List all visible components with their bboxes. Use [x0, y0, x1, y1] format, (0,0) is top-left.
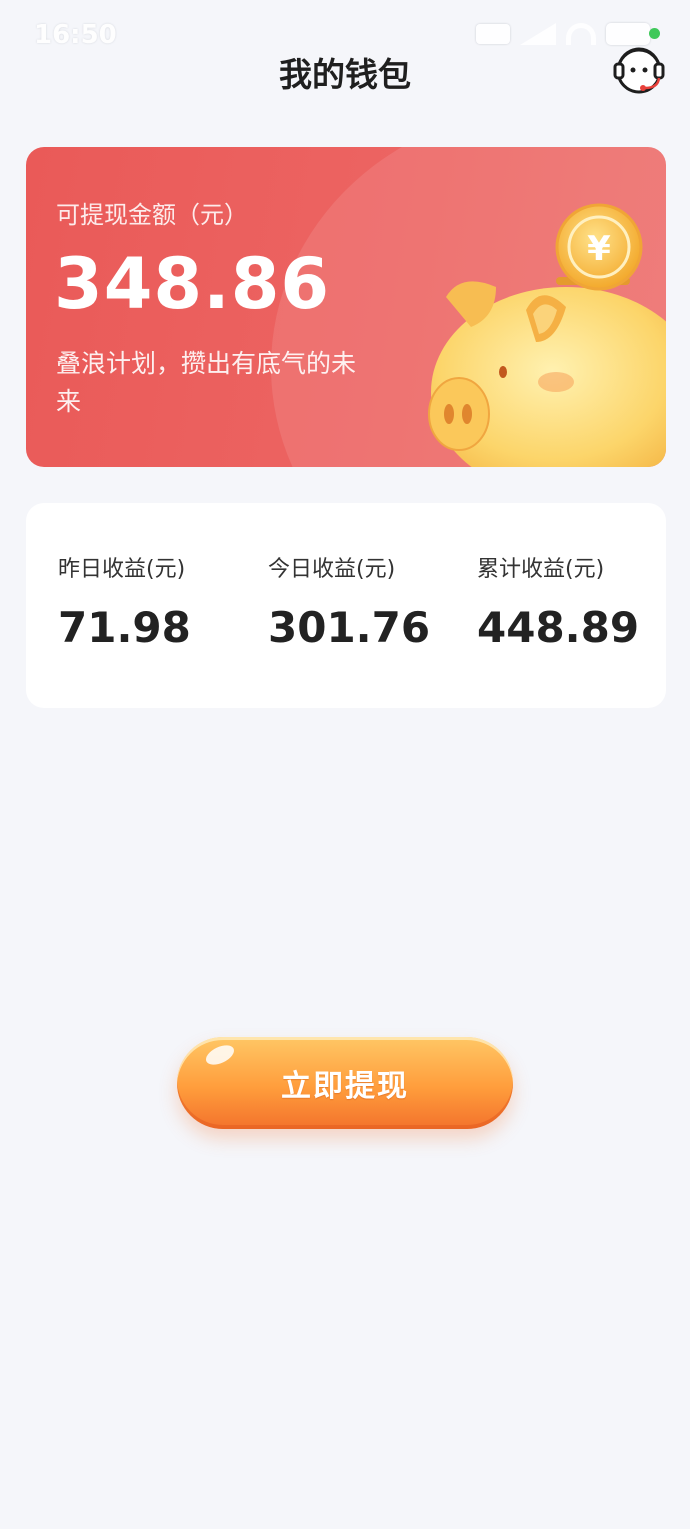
stat-yesterday-value: 71.98 — [58, 603, 191, 652]
stat-today: 今日收益(元) 301.76 — [268, 551, 430, 652]
stat-total-value: 448.89 — [477, 603, 640, 652]
wallet-page: 16:50 我的钱包 可提现金额（元） 348.86 叠浪计划，攒出有底气的未来 — [0, 0, 690, 1529]
earnings-stats-card: 昨日收益(元) 71.98 今日收益(元) 301.76 累计收益(元) 448… — [26, 503, 666, 708]
wifi-icon — [566, 23, 596, 45]
balance-amount: 348.86 — [54, 243, 331, 325]
hd-icon — [476, 24, 510, 44]
customer-service-button[interactable] — [612, 42, 666, 96]
balance-label: 可提现金额（元） — [56, 201, 248, 229]
stat-yesterday-label: 昨日收益(元) — [58, 557, 186, 582]
page-title: 我的钱包 — [279, 55, 411, 94]
stat-today-value: 301.76 — [268, 603, 431, 652]
withdraw-button[interactable]: 立即提现 — [177, 1037, 513, 1129]
privacy-indicator-dot — [649, 28, 660, 39]
withdraw-button-label: 立即提现 — [281, 1069, 409, 1104]
balance-slogan: 叠浪计划，攒出有底气的未来 — [56, 349, 357, 416]
piggy-bank-icon: ¥ — [428, 203, 666, 467]
yuan-coin-icon: ¥ — [555, 203, 643, 291]
stat-today-label: 今日收益(元) — [268, 557, 396, 582]
status-time: 16:50 — [34, 20, 117, 50]
signal-icon — [520, 23, 556, 45]
svg-text:¥: ¥ — [587, 229, 611, 269]
balance-card: 可提现金额（元） 348.86 叠浪计划，攒出有底气的未来 ¥ — [26, 147, 666, 467]
customer-service-icon — [613, 47, 665, 94]
button-shine — [203, 1041, 237, 1069]
stat-yesterday: 昨日收益(元) 71.98 — [58, 551, 191, 652]
stat-total-label: 累计收益(元) — [477, 557, 605, 582]
stat-total: 累计收益(元) 448.89 — [477, 551, 639, 652]
